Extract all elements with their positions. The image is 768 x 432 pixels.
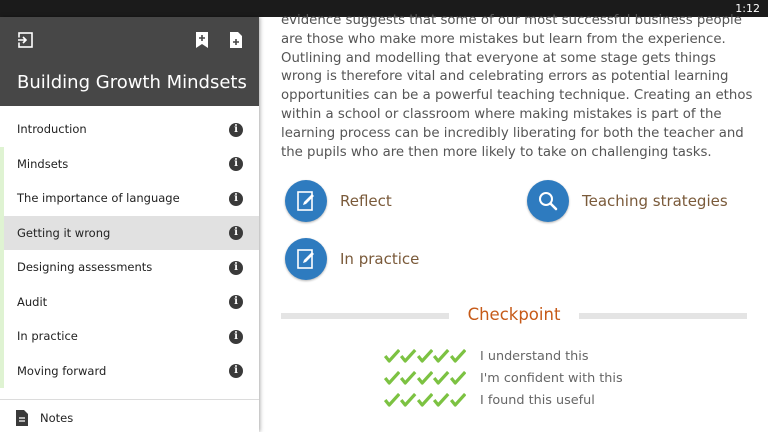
tick-rating[interactable] [384,371,466,385]
checkpoint-title: Checkpoint [467,305,561,324]
note-add-icon[interactable] [227,31,245,49]
nav-item-label: Designing assessments [17,260,153,275]
check-icon [384,349,401,363]
nav-item-label: Audit [17,294,48,309]
nav-item-label: The importance of language [17,191,180,206]
magnifier-icon [527,180,569,222]
reflect-label: Reflect [340,192,392,210]
check-icon [433,393,450,407]
checkpoint-row-confident[interactable]: I'm confident with this [384,369,623,387]
checkpoint-row-useful[interactable]: I found this useful [384,391,595,409]
check-icon [416,371,434,385]
check-icon [400,349,417,363]
nav-item-getting-it-wrong[interactable]: Getting it wrong i [0,215,259,250]
nav-item-label: Moving forward [17,363,107,378]
check-icon [433,349,450,363]
check-icon [384,393,401,407]
notes-label: Notes [40,411,74,425]
sidebar: Building Growth Mindsets Introduction i … [0,17,259,432]
checkpoint-header: Checkpoint [281,303,747,327]
nav-item-label: Introduction [17,122,87,137]
sidebar-title: Building Growth Mindsets [17,72,247,93]
checkpoint-label: I'm confident with this [480,370,623,386]
section-nav: Introduction i Mindsets i The importance… [0,112,259,388]
checkpoint-label: I understand this [480,348,589,364]
exit-icon[interactable] [17,31,35,49]
check-icon [384,371,401,385]
tick-rating[interactable] [384,349,466,363]
in-practice-label: In practice [340,250,420,268]
content-pane: evidence suggests that some of our most … [259,13,768,432]
tick-rating[interactable] [384,393,466,407]
pencil-note-icon [285,238,327,280]
notes-button[interactable]: Notes [0,399,259,432]
checkpoint-row-understand[interactable]: I understand this [384,347,589,365]
info-icon[interactable]: i [229,157,243,171]
check-icon [416,349,434,363]
teaching-strategies-button[interactable]: Teaching strategies [527,180,728,222]
nav-item-importance-of-language[interactable]: The importance of language i [0,181,259,216]
nav-item-mindsets[interactable]: Mindsets i [0,146,259,182]
pencil-note-icon [285,180,327,222]
bookmark-add-icon[interactable] [193,31,211,49]
info-icon[interactable]: i [229,364,243,378]
nav-item-audit[interactable]: Audit i [0,284,259,320]
info-icon[interactable]: i [229,122,243,137]
nav-item-in-practice[interactable]: In practice i [0,319,259,354]
check-icon [449,349,466,363]
info-icon[interactable]: i [229,191,243,206]
info-icon[interactable]: i [229,329,243,344]
in-practice-button[interactable]: In practice [285,238,419,280]
nav-item-label: Mindsets [17,156,69,171]
nav-item-label: Getting it wrong [17,225,111,240]
notes-document-icon [15,410,29,426]
info-icon[interactable]: i [229,295,243,309]
check-icon [400,393,417,407]
check-icon [449,393,466,407]
info-icon[interactable]: i [229,260,243,275]
nav-item-label: In practice [17,329,78,344]
check-icon [433,371,450,385]
teaching-strategies-label: Teaching strategies [582,192,728,210]
info-icon[interactable]: i [229,226,243,240]
check-icon [416,393,434,407]
check-icon [449,371,466,385]
nav-item-moving-forward[interactable]: Moving forward i [0,353,259,389]
nav-item-designing-assessments[interactable]: Designing assessments i [0,250,259,285]
reflect-button[interactable]: Reflect [285,180,392,222]
sidebar-header: Building Growth Mindsets [0,17,259,106]
check-icon [400,371,417,385]
body-paragraph: evidence suggests that some of our most … [281,13,753,160]
nav-item-introduction[interactable]: Introduction i [0,112,259,147]
checkpoint-label: I found this useful [480,392,595,408]
